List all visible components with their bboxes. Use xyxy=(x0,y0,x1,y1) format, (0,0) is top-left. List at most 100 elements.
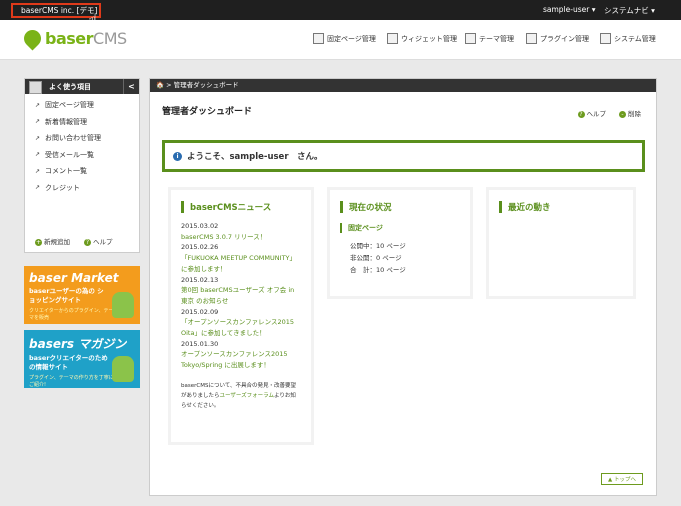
banner-note: クリエイターからのプラグイン、テーマを販売 xyxy=(29,308,114,321)
welcome-text: ようこそ、sample-user さん。 xyxy=(187,152,323,162)
nav-system-management[interactable]: システム管理 xyxy=(600,33,656,44)
status-panel: 現在の状況 固定ページ 公開中：10 ページ 非公開：0 ページ 合 計：10 … xyxy=(327,187,473,299)
news-link[interactable]: 第0回 baserCMSユーザーズ オフ会 in 東京 のお知らせ xyxy=(181,285,301,306)
banner-subtitle: baserユーザーの為の ショッピングサイト xyxy=(29,287,104,304)
news-date: 2015.02.26 xyxy=(181,243,219,252)
widget-icon xyxy=(387,33,398,44)
banner-title: basers マガジン xyxy=(29,337,127,351)
sidebar-item-label: クレジット xyxy=(45,183,81,192)
main-content: 🏠 > 管理者ダッシュボード 管理者ダッシュボード ? ヘルプ - 削除 i ようこ… xyxy=(149,78,657,496)
welcome-message: i ようこそ、sample-user さん。 xyxy=(162,140,645,172)
news-footer-line: らせください。 xyxy=(181,402,220,409)
sidebar-title: よく使う項目 xyxy=(49,82,91,91)
sidebar-item-label: 新着情報管理 xyxy=(45,117,88,126)
news-title: baserCMSニュース xyxy=(181,201,311,213)
plugin-icon xyxy=(526,33,537,44)
breadcrumb[interactable]: 🏠 > 管理者ダッシュボード xyxy=(150,79,656,92)
nav-label: プラグイン管理 xyxy=(540,34,589,43)
mascot-image xyxy=(112,292,134,318)
news-footer-text: よりお知 xyxy=(273,392,296,399)
system-icon xyxy=(600,33,611,44)
sidebar-item-label: 受信メール一覧 xyxy=(45,150,95,159)
user-menu[interactable]: sample-user ▾ xyxy=(543,5,595,14)
banner-subtitle: baserクリエイターのための情報サイト xyxy=(29,354,108,371)
sidebar-item-contact-management[interactable]: ↗ お問い合わせ管理 xyxy=(25,130,139,147)
top-bar: baserCMS inc. [デモ] ☝ sample-user ▾ システムナ… xyxy=(0,0,681,29)
status-subtitle: 固定ページ xyxy=(340,223,470,233)
news-date: 2015.01.30 xyxy=(181,339,219,348)
news-footer-line: baserCMSについて、不具合の発見・改善要望 xyxy=(181,382,297,389)
news-link[interactable]: baserCMS 3.0.7 リリース！ xyxy=(181,232,301,243)
basercms-logo[interactable]: baserCMS xyxy=(20,26,127,51)
hide-label: 削除 xyxy=(628,110,641,118)
banner-title: baser Market xyxy=(29,271,119,285)
sidebar-item-credits[interactable]: ↗ クレジット xyxy=(25,180,139,197)
theme-icon xyxy=(465,33,476,44)
favorites-sidebar: よく使う項目 < ↗ 固定ページ管理 ↗ 新着情報管理 ↗ お問い合わせ管理 ↗ 受信メ… xyxy=(24,78,140,253)
news-date: 2015.02.13 xyxy=(181,275,219,284)
help-icon: ? xyxy=(84,239,91,246)
recent-title: 最近の動き xyxy=(499,201,633,213)
sidebar-item-page-management[interactable]: ↗ 固定ページ管理 xyxy=(25,97,139,114)
news-date: 2015.03.02 xyxy=(181,222,219,230)
arrow-icon: ↗ xyxy=(35,101,41,109)
nav-label: 固定ページ管理 xyxy=(327,34,376,43)
arrow-icon: ↗ xyxy=(35,184,41,192)
nav-theme-management[interactable]: テーマ管理 xyxy=(465,33,514,44)
help-icon: ? xyxy=(577,111,585,118)
page-title: 管理者ダッシュボード xyxy=(162,107,253,117)
help-label: ヘルプ xyxy=(586,110,607,118)
news-footer: baserCMSについて、不具合の発見・改善要望 がありましたらユーザーズフォー… xyxy=(181,381,301,411)
arrow-icon: ↗ xyxy=(35,118,41,126)
nav-label: テーマ管理 xyxy=(479,34,514,43)
logo-suffix: CMS xyxy=(93,29,127,48)
news-footer-text: がありましたら xyxy=(181,392,220,399)
sidebar-item-label: コメント一覧 xyxy=(45,167,88,176)
arrow-icon: ↗ xyxy=(35,134,41,142)
sidebar-header: よく使う項目 < xyxy=(25,79,139,94)
nav-page-management[interactable]: 固定ページ管理 xyxy=(313,33,376,44)
sidebar-help-button[interactable]: ? ヘルプ xyxy=(84,236,113,246)
nav-label: ウィジェット管理 xyxy=(401,34,457,43)
nav-widget-management[interactable]: ウィジェット管理 xyxy=(387,33,457,44)
news-list: 2015.03.02 baserCMS 3.0.7 リリース！ 2015.02.… xyxy=(171,213,311,411)
sidebar-item-comments[interactable]: ↗ コメント一覧 xyxy=(25,163,139,180)
baser-market-banner[interactable]: baser Market baserユーザーの為の ショッピングサイト クリエイ… xyxy=(24,266,140,324)
basers-magazine-banner[interactable]: basers マガジン baserクリエイターのための情報サイト プラグイン、テ… xyxy=(24,330,140,388)
sidebar-item-label: お問い合わせ管理 xyxy=(45,134,102,143)
news-link[interactable]: オープンソースカンファレンス2015 Tokyo/Spring に出展します！ xyxy=(181,349,301,370)
mascot-image xyxy=(112,356,134,382)
sidebar-footer: + 新規追加 ? ヘルプ xyxy=(35,236,113,246)
plus-icon: + xyxy=(35,239,42,246)
logo-mark-icon xyxy=(20,26,45,51)
page-icon xyxy=(313,33,324,44)
banner-note: プラグイン、テーマの作り方を丁寧にご紹介! xyxy=(29,375,114,388)
close-icon: - xyxy=(619,111,626,118)
sidebar-item-news-management[interactable]: ↗ 新着情報管理 xyxy=(25,114,139,131)
arrow-icon: ↗ xyxy=(35,151,41,159)
arrow-icon: ↗ xyxy=(35,167,41,175)
news-link[interactable]: 「FUKUOKA MEETUP COMMUNITY」に参加します！ xyxy=(181,253,301,274)
status-row: 合 計：10 ページ xyxy=(350,266,406,274)
nav-label: システム管理 xyxy=(614,34,656,43)
add-favorite-button[interactable]: + 新規追加 xyxy=(35,236,70,246)
help-label: ヘルプ xyxy=(93,238,113,246)
header: baserCMS 固定ページ管理 ウィジェット管理 テーマ管理 プラグイン管理 … xyxy=(0,20,681,60)
clipboard-icon xyxy=(29,81,42,94)
page-help-button[interactable]: ? ヘルプ xyxy=(577,108,607,118)
system-nav-menu[interactable]: システムナビ ▾ xyxy=(604,5,655,16)
page-hide-button[interactable]: - 削除 xyxy=(619,108,641,118)
forum-link[interactable]: ユーザーズフォーラム xyxy=(220,393,274,399)
news-link[interactable]: 「オープンソースカンファレンス2015 Oita」に参加してきました！ xyxy=(181,317,301,338)
sidebar-item-label: 固定ページ管理 xyxy=(45,101,94,110)
nav-plugin-management[interactable]: プラグイン管理 xyxy=(526,33,589,44)
logo-text: baser xyxy=(45,29,94,48)
status-title: 現在の状況 xyxy=(340,201,470,213)
recent-activity-panel: 最近の動き xyxy=(486,187,636,299)
status-row: 公開中：10 ページ xyxy=(350,242,406,250)
sidebar-collapse-button[interactable]: < xyxy=(123,79,139,94)
add-label: 新規追加 xyxy=(44,238,70,246)
info-icon: i xyxy=(173,151,182,161)
sidebar-item-received-mail[interactable]: ↗ 受信メール一覧 xyxy=(25,147,139,164)
back-to-top-button[interactable]: ▲ トップへ xyxy=(601,473,643,485)
